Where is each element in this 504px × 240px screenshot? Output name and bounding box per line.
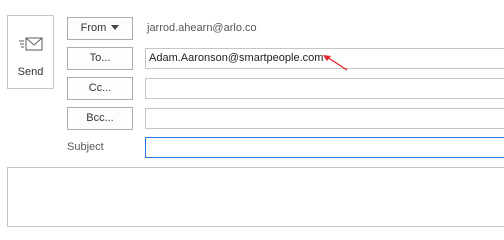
from-label: From [80, 22, 107, 34]
to-recipient: Adam.Aaronson@smartpeople.com [149, 52, 324, 64]
bcc-field[interactable] [145, 108, 504, 129]
subject-field[interactable] [145, 137, 504, 158]
cc-button[interactable]: Cc... [67, 77, 133, 100]
subject-label: Subject [67, 141, 104, 153]
chevron-down-icon [111, 25, 120, 30]
message-body[interactable] [7, 167, 504, 227]
send-button[interactable]: Send [7, 15, 54, 89]
from-button[interactable]: From [67, 17, 133, 40]
cc-field[interactable] [145, 78, 504, 99]
bcc-button[interactable]: Bcc... [67, 107, 133, 130]
red-arrow-icon [323, 55, 348, 71]
send-label: Send [17, 66, 44, 78]
send-envelope-icon [19, 37, 43, 51]
to-button[interactable]: To... [67, 47, 133, 70]
from-address: jarrod.ahearn@arlo.co [147, 22, 257, 34]
